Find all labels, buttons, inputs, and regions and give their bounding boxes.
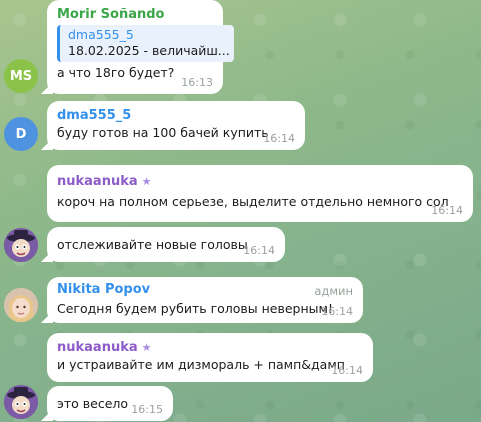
message-bubble[interactable]: Morir Soñando dma555_5 18.02.2025 - вели… <box>47 0 234 94</box>
sender-name[interactable]: nukaanuka ★ <box>57 173 463 190</box>
message-bubble[interactable]: dma555_5 буду готов на 100 бачей купить … <box>47 101 305 150</box>
message-time: 16:13 <box>181 76 213 89</box>
sender-name[interactable]: Morir Soñando <box>57 6 213 23</box>
child-photo-avatar-icon[interactable] <box>4 288 38 322</box>
message-bubble[interactable]: отслеживайте новые головы 16:14 <box>47 227 285 262</box>
message-time: 16:14 <box>431 204 463 217</box>
message-text: буду готов на 100 бачей купить <box>57 125 269 140</box>
message-time: 16:14 <box>263 132 295 145</box>
message-time: 16:14 <box>331 364 363 377</box>
sender-name[interactable]: Nikita Popov <box>57 281 353 298</box>
sender-name[interactable]: nukaanuka ★ <box>57 339 363 356</box>
message-time: 16:15 <box>131 403 163 416</box>
message-bubble[interactable]: это весело 16:15 <box>47 386 173 421</box>
message-text: отслеживайте новые головы <box>57 237 248 252</box>
reply-preview[interactable]: dma555_5 18.02.2025 - величайш... <box>57 25 234 62</box>
message-time: 16:14 <box>243 244 275 257</box>
avatar[interactable]: MS <box>4 59 38 93</box>
avatar[interactable]: D <box>4 117 38 151</box>
message-time: 16:14 <box>321 305 353 318</box>
message-bubble[interactable]: Nikita Popov админ Сегодня будем рубить … <box>47 277 363 323</box>
cartoon-hat-avatar-icon[interactable] <box>4 385 38 419</box>
sender-name-text: nukaanuka <box>57 174 138 189</box>
premium-star-icon: ★ <box>141 175 152 188</box>
avatar-initials: MS <box>9 68 33 84</box>
message-text: Сегодня будем рубить головы неверным! <box>57 301 333 316</box>
message-text: и устраивайте им дизмораль + памп&дамп <box>57 357 345 372</box>
reply-text: 18.02.2025 - величайш... <box>68 43 230 58</box>
cartoon-hat-avatar-icon[interactable] <box>4 228 38 262</box>
message-text: короч на полном серьезе, выделите отдель… <box>57 194 449 209</box>
message-bubble[interactable]: nukaanuka ★ короч на полном серьезе, выде… <box>47 165 473 222</box>
reply-author: dma555_5 <box>68 27 134 42</box>
sender-name[interactable]: dma555_5 <box>57 107 295 124</box>
premium-star-icon: ★ <box>141 341 152 354</box>
message-bubble[interactable]: nukaanuka ★ и устраивайте им дизмораль + … <box>47 333 373 382</box>
admin-role-label: админ <box>314 284 353 298</box>
sender-name-text: nukaanuka <box>57 340 138 355</box>
avatar-initials: D <box>15 126 27 142</box>
